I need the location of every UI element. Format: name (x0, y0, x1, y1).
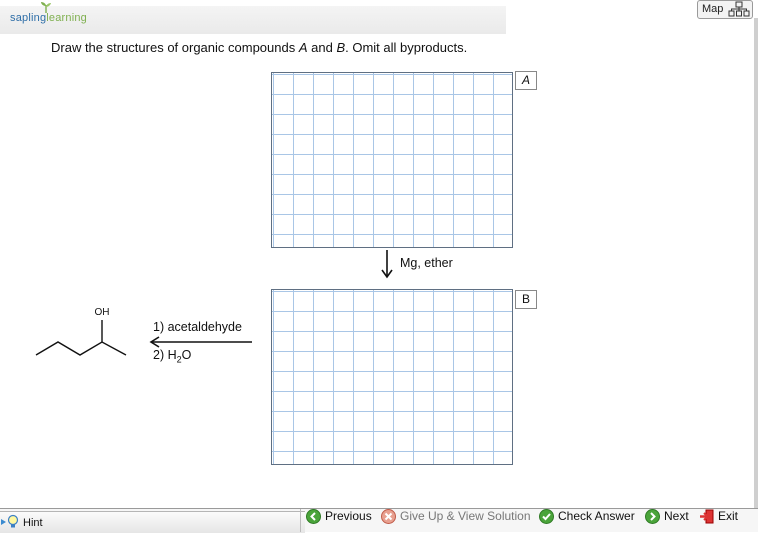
exit-label: Exit (718, 509, 739, 523)
footer-separator (300, 509, 301, 532)
drawing-canvas-a[interactable] (271, 72, 513, 248)
lightbulb-icon (7, 514, 19, 528)
map-button-label: Map (702, 3, 724, 15)
reagent-water-part: 2) H (153, 348, 177, 362)
question-part: and (307, 40, 337, 55)
logo-text-learning: learning (46, 12, 88, 24)
checkmark-icon (539, 508, 554, 524)
question-part: . Omit all byproducts. (345, 40, 468, 55)
previous-label: Previous (325, 509, 372, 523)
hint-button[interactable]: Hint (0, 511, 305, 533)
reagent-mg-ether: Mg, ether (400, 256, 453, 270)
hint-label: Hint (23, 517, 43, 529)
exit-button[interactable]: Exit (699, 506, 738, 526)
box-label-a: A (515, 71, 537, 90)
question-compound-b: B (336, 40, 346, 55)
check-answer-label: Check Answer (558, 509, 635, 523)
reagent-water-part: O (181, 348, 192, 362)
product-molecule: OH (35, 307, 127, 356)
exit-door-icon (700, 509, 714, 523)
next-button[interactable]: Next (645, 506, 689, 526)
reagent-water: 2) H2O (153, 348, 191, 365)
previous-button[interactable]: Previous (306, 506, 372, 526)
check-answer-button[interactable]: Check Answer (539, 506, 635, 526)
reagent-acetaldehyde: 1) acetaldehyde (153, 320, 242, 334)
question-compound-a: A (298, 40, 308, 55)
window-edge (754, 18, 758, 508)
sprout-icon (41, 2, 51, 13)
down-arrow-icon (381, 250, 393, 279)
question-text: Draw the structures of organic compounds… (51, 40, 467, 55)
expand-arrow-icon (1, 519, 6, 525)
logo-text-sapling: sapling (10, 12, 47, 24)
previous-arrow-icon (306, 508, 321, 524)
next-arrow-icon (645, 508, 660, 524)
drawing-canvas-b[interactable] (271, 289, 513, 465)
sitemap-icon (728, 1, 750, 17)
question-part: Draw the structures of organic compounds (51, 40, 299, 55)
give-up-x-icon (381, 508, 396, 524)
sapling-logo: saplinglearning (10, 12, 87, 24)
box-label-b: B (515, 290, 537, 309)
give-up-label: Give Up & View Solution (400, 509, 531, 523)
give-up-button[interactable]: Give Up & View Solution (381, 506, 531, 526)
next-label: Next (664, 509, 689, 523)
left-arrow-icon (149, 336, 252, 348)
hydroxyl-label: OH (95, 307, 110, 318)
map-button[interactable]: Map (697, 0, 753, 19)
